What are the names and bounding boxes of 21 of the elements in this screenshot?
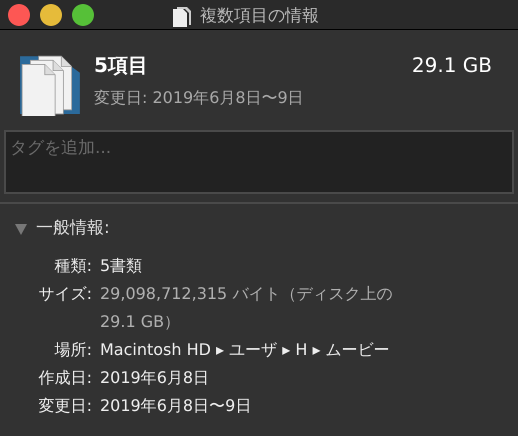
info-label: サイズ: bbox=[38, 282, 92, 304]
zoom-button[interactable] bbox=[72, 4, 94, 26]
info-label: 種類: bbox=[54, 254, 92, 276]
documents-icon bbox=[172, 6, 192, 28]
info-value: 5書類 bbox=[100, 254, 144, 276]
minimize-button[interactable] bbox=[40, 4, 62, 26]
tags-field[interactable]: タグを追加... bbox=[4, 130, 514, 194]
info-value: 2019年6月8日 bbox=[100, 366, 210, 388]
info-value: 2019年6月8日〜9日 bbox=[100, 394, 252, 416]
window-title: 複数項目の情報 bbox=[200, 5, 319, 28]
info-label: 作成日: bbox=[38, 366, 92, 388]
info-value: 29,098,712,315 バイト（ディスク上の 29.1 GB） bbox=[100, 282, 394, 332]
info-value: Macintosh HD ▸ ユーザ ▸ H ▸ ムービー bbox=[100, 338, 391, 360]
item-count: 5項目 bbox=[94, 52, 148, 79]
disclosure-triangle-icon[interactable] bbox=[14, 222, 28, 236]
close-button[interactable] bbox=[8, 4, 30, 26]
info-label: 変更日: bbox=[38, 394, 92, 416]
total-size: 29.1 GB bbox=[412, 52, 492, 79]
modified-date: 変更日: 2019年6月8日〜9日 bbox=[94, 87, 305, 109]
section-title: 一般情報: bbox=[36, 217, 110, 240]
info-label: 場所: bbox=[54, 338, 92, 360]
